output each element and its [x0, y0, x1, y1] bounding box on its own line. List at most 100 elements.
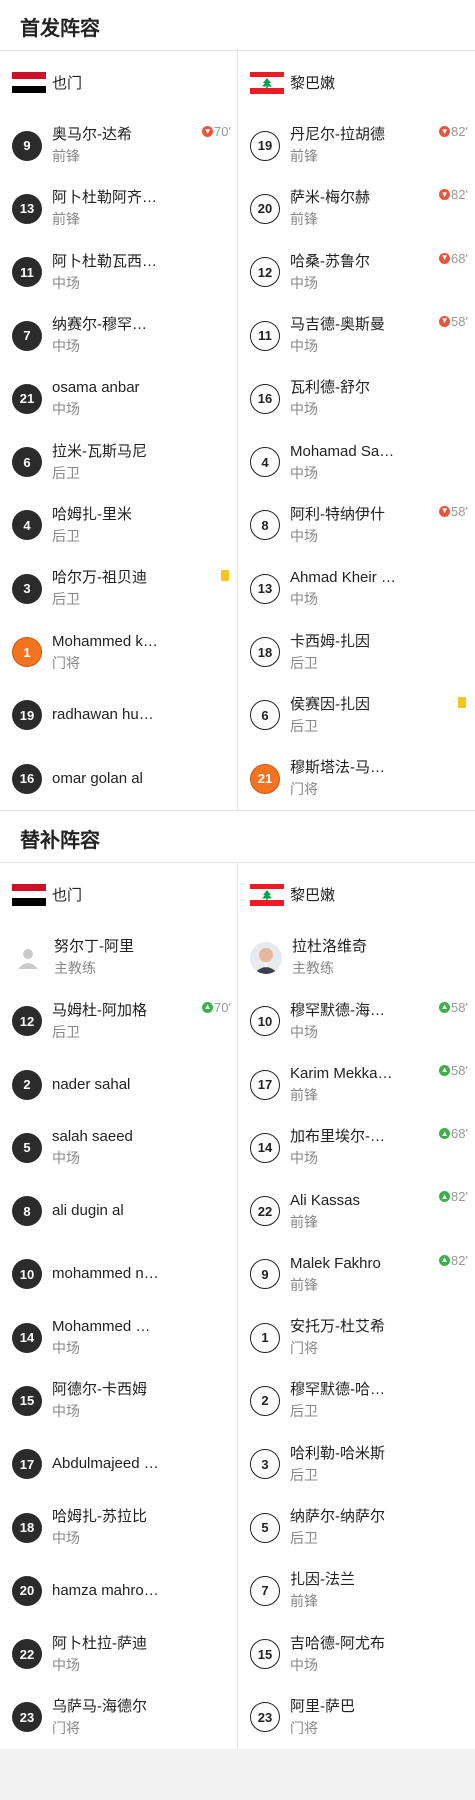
- coach-name: 努尔丁-阿里: [54, 938, 134, 956]
- arrow-down-icon: ▼: [439, 505, 451, 517]
- player-row[interactable]: 20 萨米-梅尔赫 前锋 ▼ 82': [238, 177, 474, 240]
- player-position: 后卫: [290, 1466, 318, 1483]
- substitution-marker: ▲ 58': [439, 1063, 468, 1078]
- player-row[interactable]: 14 加布里埃尔-… 中场 ▲ 68': [238, 1116, 474, 1179]
- shirt-number-badge: 5: [12, 1132, 42, 1163]
- player-name: salah saeed: [52, 1128, 133, 1146]
- player-row[interactable]: 8 阿利-特纳伊什 中场 ▼ 58': [238, 494, 474, 557]
- player-row[interactable]: 10 mohammed n…: [0, 1243, 237, 1306]
- player-position: 后卫: [52, 464, 80, 481]
- player-row[interactable]: 8 ali dugin al: [0, 1179, 237, 1242]
- player-name: 纳赛尔-穆罕…: [52, 316, 147, 334]
- player-row[interactable]: 9 Malek Fakhro 前锋 ▲ 82': [238, 1243, 474, 1306]
- player-row[interactable]: 11 阿卜杜勒瓦西… 中场: [0, 241, 237, 304]
- player-name: Ali Kassas: [290, 1191, 361, 1209]
- player-row[interactable]: 4 Mohamad Sa… 中场: [238, 430, 474, 493]
- player-row[interactable]: 1 安托万-杜艾希 门将: [238, 1306, 474, 1369]
- substitution-minute: 58': [451, 503, 468, 519]
- player-row[interactable]: 21 osama anbar 中场: [0, 367, 237, 430]
- player-name: 阿德尔-卡西姆: [52, 1381, 147, 1399]
- player-name: nader sahal: [52, 1075, 131, 1093]
- player-row[interactable]: 2 nader sahal: [0, 1053, 237, 1116]
- shirt-number-badge: 22: [12, 1639, 42, 1670]
- player-row[interactable]: 3 哈利勒-哈米斯 后卫: [238, 1433, 474, 1496]
- player-row[interactable]: 4 哈姆扎-里米 后卫: [0, 494, 237, 557]
- player-row[interactable]: 13 Ahmad Kheir … 中场: [238, 557, 474, 620]
- shirt-number-badge: 20: [12, 1575, 42, 1606]
- shirt-number-badge: 11: [250, 320, 280, 351]
- shirt-number-badge: 21: [12, 383, 42, 414]
- player-row[interactable]: 2 穆罕默德-哈… 后卫: [238, 1369, 474, 1432]
- shirt-number-badge: 15: [12, 1385, 42, 1416]
- player-row[interactable]: 18 哈姆扎-苏拉比 中场: [0, 1496, 237, 1559]
- player-row[interactable]: 12 马姆杜-阿加格 后卫 ▲ 70': [0, 990, 237, 1053]
- section-title-starting: 首发阵容: [0, 0, 475, 51]
- substitution-marker: ▼ 58': [439, 314, 468, 329]
- shirt-number-badge: 13: [12, 193, 42, 224]
- player-row[interactable]: 15 吉哈德-阿尤布 中场: [238, 1623, 474, 1686]
- player-name: 丹尼尔-拉胡德: [290, 126, 385, 144]
- shirt-number-badge: 18: [12, 1512, 42, 1543]
- player-position: 中场: [52, 338, 80, 355]
- substitution-minute: 70': [214, 124, 231, 139]
- substitution-minute: 58': [451, 313, 468, 329]
- shirt-number-badge: 12: [250, 257, 280, 288]
- player-row[interactable]: 12 哈桑-苏鲁尔 中场 ▼ 68': [238, 241, 474, 304]
- player-position: 中场: [290, 338, 318, 355]
- shirt-number-badge: 1: [250, 1322, 280, 1353]
- substitution-marker: ▼ 82': [439, 187, 468, 202]
- player-row[interactable]: 17 Abdulmajeed …: [0, 1433, 237, 1496]
- player-position: 后卫: [290, 717, 318, 734]
- player-row[interactable]: 23 乌萨马-海德尔 门将: [0, 1686, 237, 1749]
- player-position: 中场: [52, 1340, 80, 1357]
- shirt-number-badge: 18: [250, 637, 280, 668]
- player-row[interactable]: 1 Mohammed k… 门将: [0, 620, 237, 683]
- team-header-away[interactable]: 黎巴嫩: [238, 51, 474, 114]
- player-row[interactable]: 19 丹尼尔-拉胡德 前锋 ▼ 82': [238, 114, 474, 177]
- player-position: 中场: [290, 527, 318, 544]
- player-row[interactable]: 11 马吉德-奥斯曼 中场 ▼ 58': [238, 304, 474, 367]
- substitution-minute: 82': [451, 187, 468, 203]
- coach-name: 拉杜洛维奇: [292, 938, 368, 956]
- player-row[interactable]: 15 阿德尔-卡西姆 中场: [0, 1369, 237, 1432]
- yemen-flag-icon: [12, 71, 46, 94]
- coach-row[interactable]: 努尔丁-阿里 主教练: [0, 926, 237, 989]
- team-header-home[interactable]: 也门: [0, 863, 237, 926]
- team-header-away[interactable]: 黎巴嫩: [238, 863, 474, 926]
- player-row[interactable]: 22 Ali Kassas 前锋 ▲ 82': [238, 1179, 474, 1242]
- arrow-up-icon: ▲: [439, 1191, 451, 1203]
- player-name: Mohamad Sa…: [290, 442, 395, 460]
- player-row[interactable]: 14 Mohammed … 中场: [0, 1306, 237, 1369]
- player-row[interactable]: 7 扎因-法兰 前锋: [238, 1559, 474, 1622]
- player-row[interactable]: 20 hamza mahro…: [0, 1559, 237, 1622]
- player-position: 前锋: [290, 1087, 318, 1103]
- player-row[interactable]: 17 Karim Mekka… 前锋 ▲ 58': [238, 1053, 474, 1116]
- player-row[interactable]: 22 阿卜杜拉-萨迪 中场: [0, 1623, 237, 1686]
- player-row[interactable]: 18 卡西姆-扎因 后卫: [238, 620, 474, 683]
- shirt-number-badge: 2: [250, 1385, 280, 1416]
- player-name: osama anbar: [52, 379, 140, 397]
- player-row[interactable]: 23 阿里-萨巴 门将: [238, 1686, 474, 1749]
- player-row[interactable]: 16 瓦利德-舒尔 中场: [238, 367, 474, 430]
- player-name: 乌萨马-海德尔: [52, 1697, 147, 1715]
- player-row[interactable]: 10 穆罕默德-海… 中场 ▲ 58': [238, 990, 474, 1053]
- coach-row[interactable]: 拉杜洛维奇 主教练: [238, 926, 474, 989]
- player-row[interactable]: 7 纳赛尔-穆罕… 中场: [0, 304, 237, 367]
- player-row[interactable]: 5 纳萨尔-纳萨尔 后卫: [238, 1496, 474, 1559]
- substitution-minute: 68': [451, 250, 468, 266]
- substitution-minute: 58': [451, 999, 468, 1015]
- player-row[interactable]: 3 哈尔万-祖贝迪 后卫: [0, 557, 237, 620]
- player-row[interactable]: 6 拉米-瓦斯马尼 后卫: [0, 430, 237, 493]
- shirt-number-badge: 22: [250, 1196, 280, 1227]
- player-row[interactable]: 6 侯赛因-扎因 后卫: [238, 684, 474, 747]
- player-name: 拉米-瓦斯马尼: [52, 442, 147, 460]
- player-row[interactable]: 16 omar golan al: [0, 747, 237, 810]
- player-row[interactable]: 5 salah saeed 中场: [0, 1116, 237, 1179]
- shirt-number-badge: 23: [250, 1702, 280, 1733]
- player-row[interactable]: 19 radhawan hu…: [0, 684, 237, 747]
- player-name: radhawan hu…: [52, 706, 154, 724]
- player-row[interactable]: 9 奥马尔-达希 前锋 ▼ 70': [0, 114, 237, 177]
- player-row[interactable]: 13 阿卜杜勒阿齐… 前锋: [0, 177, 237, 240]
- player-row[interactable]: 21 穆斯塔法-马… 门将: [238, 747, 474, 810]
- team-header-home[interactable]: 也门: [0, 51, 237, 114]
